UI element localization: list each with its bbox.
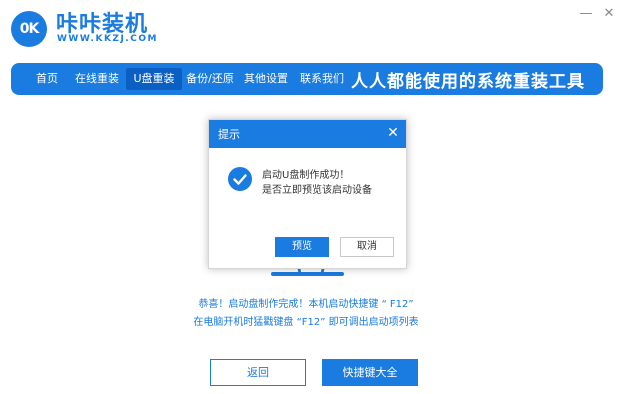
dialog-close-button[interactable]: ✕ [385,124,401,142]
dialog-title: 提示 [218,128,240,141]
nav-item-usb-reinstall[interactable]: U盘重装 [126,68,182,90]
minimize-button[interactable]: — [578,6,594,22]
logo-text: 0K [19,21,40,37]
slogan: 人人都能使用的系统重装工具 [351,72,585,92]
app-logo: 0K [11,11,47,47]
nav-item-contact-us[interactable]: 联系我们 [294,68,350,90]
app-url: WWW.KKZJ.COM [57,34,158,44]
dialog-message-line1: 启动U盘制作成功！ [262,170,350,181]
back-button[interactable]: 返回 [210,359,306,386]
dialog-header: 提示 ✕ [209,120,406,148]
prompt-dialog: 提示 ✕ 启动U盘制作成功！ 是否立即预览该启动设备 预览 取消 [208,119,407,269]
nav-item-other-settings[interactable]: 其他设置 [238,68,294,90]
nav-item-home[interactable]: 首页 [25,68,69,90]
cancel-button[interactable]: 取消 [340,237,394,257]
check-circle-icon [228,167,252,191]
success-info-line2: 在电脑开机时猛戳键盘 “F12” 即可调出启动项列表 [193,317,419,328]
nav-item-backup-restore[interactable]: 备份/还原 [182,68,238,90]
hotkeys-list-button[interactable]: 快捷键大全 [322,359,418,386]
success-info-line1: 恭喜！启动盘制作完成！本机启动快捷键 “ F12” [198,299,414,310]
nav-bar: 首页 在线重装 U盘重装 备份/还原 其他设置 联系我们 人人都能使用的系统重装… [11,63,603,95]
preview-button[interactable]: 预览 [275,237,329,257]
close-window-button[interactable]: ✕ [601,6,617,22]
title-bar: 0K 咔咔装机 WWW.KKZJ.COM — ✕ [0,0,620,60]
nav-item-online-reinstall[interactable]: 在线重装 [69,68,125,90]
dialog-message-line2: 是否立即预览该启动设备 [262,185,372,196]
